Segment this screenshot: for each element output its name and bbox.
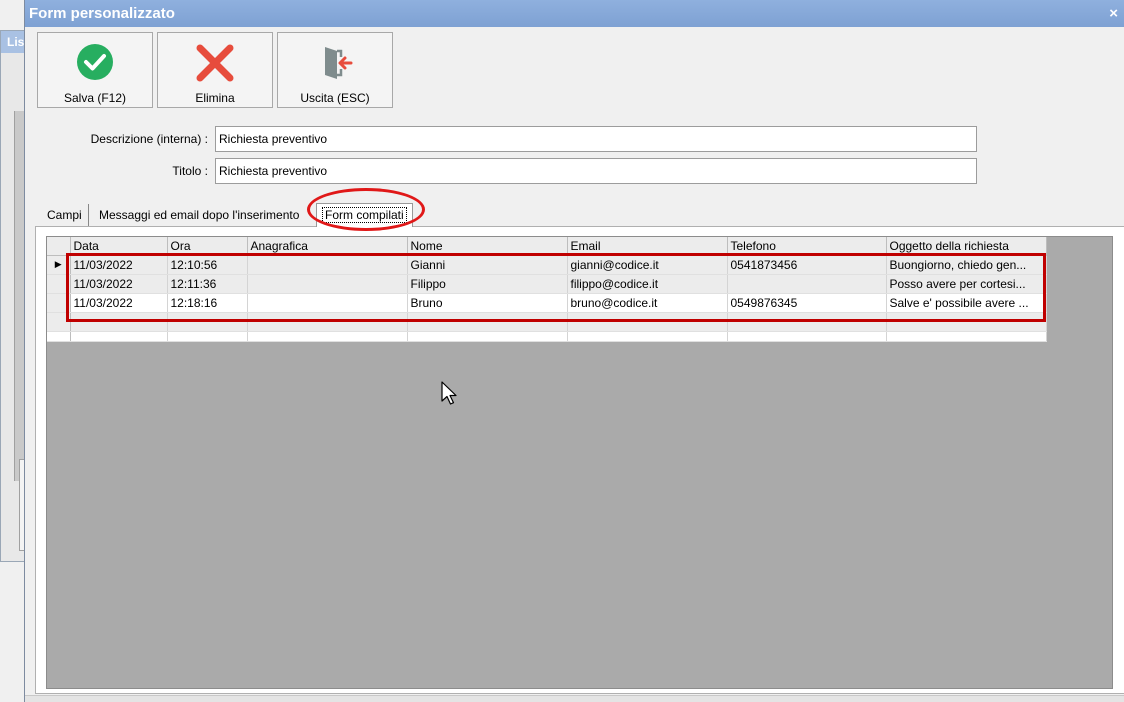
cell-empty[interactable]: [247, 312, 408, 332]
cell-empty[interactable]: [567, 331, 728, 342]
cell-data[interactable]: 11/03/2022: [70, 274, 168, 294]
row-indicator: [47, 331, 71, 342]
save-button-label: Salva (F12): [63, 91, 127, 105]
cell-empty[interactable]: [886, 331, 1047, 342]
description-input[interactable]: [215, 126, 977, 152]
exit-button[interactable]: Uscita (ESC): [277, 32, 393, 108]
tab-form-compilati-label: Form compilati: [322, 207, 407, 223]
checkmark-icon: [77, 44, 113, 80]
exit-door-icon: [325, 47, 353, 79]
column-header-oggetto[interactable]: Oggetto della richiesta: [886, 237, 1047, 256]
tab-form-compilati[interactable]: Form compilati: [316, 203, 413, 227]
cell-empty[interactable]: [407, 331, 568, 342]
table-row[interactable]: ▶ 11/03/2022 12:10:56 Gianni gianni@codi…: [47, 255, 1047, 275]
row-indicator: [47, 274, 71, 294]
cell-empty[interactable]: [247, 331, 408, 342]
cell-telefono[interactable]: 0541873456: [727, 255, 887, 275]
exit-button-label: Uscita (ESC): [300, 91, 370, 105]
cross-icon: [196, 44, 234, 82]
dialog-titlebar[interactable]: Form personalizzato ×: [25, 0, 1124, 27]
cell-oggetto[interactable]: Posso avere per cortesi...: [886, 274, 1047, 294]
cell-email[interactable]: filippo@codice.it: [567, 274, 728, 294]
tab-campi[interactable]: Campi: [41, 204, 89, 226]
row-indicator: [47, 293, 71, 313]
background-window-title: Lis: [1, 31, 25, 53]
column-header-data[interactable]: Data: [70, 237, 168, 256]
delete-button[interactable]: Elimina: [157, 32, 273, 108]
cell-data[interactable]: 11/03/2022: [70, 293, 168, 313]
dialog-bottom-edge: [25, 695, 1124, 702]
cell-empty[interactable]: [407, 312, 568, 332]
cell-anagrafica[interactable]: [247, 255, 408, 275]
cell-empty[interactable]: [567, 312, 728, 332]
current-row-indicator: ▶: [47, 255, 71, 275]
cell-telefono[interactable]: [727, 274, 887, 294]
row-indicator-header: [47, 237, 71, 256]
tab-messaggi-label: Messaggi ed email dopo l'inserimento: [99, 208, 300, 222]
cell-email[interactable]: gianni@codice.it: [567, 255, 728, 275]
submissions-table: Data Ora Anagrafica Nome Email Telefono …: [47, 237, 1047, 342]
tab-campi-label: Campi: [47, 208, 82, 222]
cell-empty[interactable]: [70, 312, 168, 332]
mouse-pointer-icon: [441, 381, 457, 405]
cell-ora[interactable]: 12:11:36: [167, 274, 248, 294]
row-indicator: [47, 312, 71, 332]
title-label: Titolo :: [172, 164, 208, 178]
cell-nome[interactable]: Gianni: [407, 255, 568, 275]
cell-oggetto[interactable]: Buongiorno, chiedo gen...: [886, 255, 1047, 275]
cell-email[interactable]: bruno@codice.it: [567, 293, 728, 313]
column-header-nome[interactable]: Nome: [407, 237, 568, 256]
cell-empty[interactable]: [727, 312, 887, 332]
table-row[interactable]: 11/03/2022 12:11:36 Filippo filippo@codi…: [47, 274, 1047, 294]
form-dialog: Form personalizzato × Salva (F12) Elimin…: [24, 0, 1124, 702]
cell-telefono[interactable]: 0549876345: [727, 293, 887, 313]
cell-empty[interactable]: [167, 331, 248, 342]
close-icon[interactable]: ×: [1109, 0, 1118, 27]
dialog-title: Form personalizzato: [29, 5, 175, 22]
cell-ora[interactable]: 12:18:16: [167, 293, 248, 313]
cell-empty[interactable]: [886, 312, 1047, 332]
cell-anagrafica[interactable]: [247, 274, 408, 294]
table-row-empty[interactable]: [47, 312, 1047, 332]
cell-empty[interactable]: [70, 331, 168, 342]
title-input[interactable]: [215, 158, 977, 184]
cell-anagrafica[interactable]: [247, 293, 408, 313]
delete-button-label: Elimina: [195, 91, 235, 105]
column-header-email[interactable]: Email: [567, 237, 728, 256]
column-header-telefono[interactable]: Telefono: [727, 237, 887, 256]
table-row-new[interactable]: [47, 331, 1047, 342]
save-button[interactable]: Salva (F12): [37, 32, 153, 108]
cell-nome[interactable]: Bruno: [407, 293, 568, 313]
cell-empty[interactable]: [167, 312, 248, 332]
grid-header-row: Data Ora Anagrafica Nome Email Telefono …: [47, 237, 1047, 256]
cell-empty[interactable]: [727, 331, 887, 342]
table-row[interactable]: 11/03/2022 12:18:16 Bruno bruno@codice.i…: [47, 293, 1047, 313]
background-window: Lis: [0, 30, 29, 562]
column-header-ora[interactable]: Ora: [167, 237, 248, 256]
cell-oggetto[interactable]: Salve e' possibile avere ...: [886, 293, 1047, 313]
tab-messaggi[interactable]: Messaggi ed email dopo l'inserimento: [93, 204, 305, 226]
column-header-anagrafica[interactable]: Anagrafica: [247, 237, 408, 256]
submissions-grid[interactable]: Data Ora Anagrafica Nome Email Telefono …: [46, 236, 1113, 689]
cell-data[interactable]: 11/03/2022: [70, 255, 168, 275]
description-label: Descrizione (interna) :: [90, 132, 208, 146]
cell-nome[interactable]: Filippo: [407, 274, 568, 294]
cell-ora[interactable]: 12:10:56: [167, 255, 248, 275]
